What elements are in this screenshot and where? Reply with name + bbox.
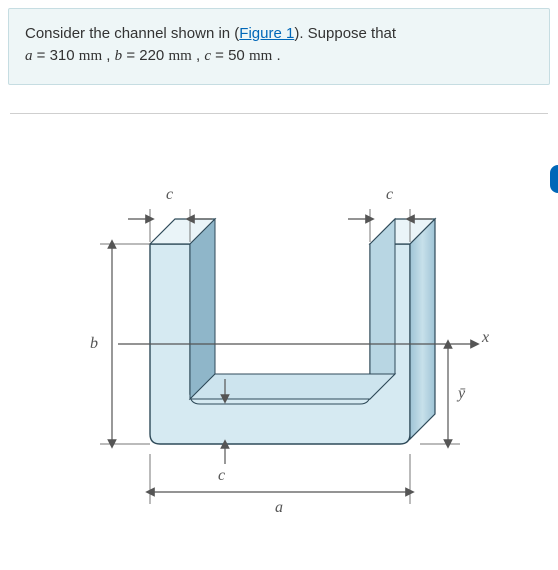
unit-a: mm	[79, 48, 102, 64]
label-a: a	[275, 499, 283, 516]
val-c: = 50	[211, 47, 249, 64]
val-a: = 310	[33, 47, 79, 64]
label-ybar: ȳ	[456, 385, 466, 402]
label-c-b: c	[218, 467, 225, 484]
label-b: b	[90, 335, 98, 352]
var-c: c	[204, 48, 211, 64]
channel-solid	[150, 219, 435, 444]
label-x: x	[481, 329, 489, 346]
sep1: ,	[102, 47, 115, 64]
unit-b: mm	[168, 48, 191, 64]
val-b: = 220	[122, 47, 168, 64]
problem-statement: Consider the channel shown in (Figure 1)…	[8, 8, 550, 85]
prompt-after-link: ). Suppose that	[294, 25, 396, 42]
channel-figure: x b a c c c ȳ	[0, 124, 558, 544]
label-c-tr: c	[386, 186, 393, 203]
dim-a: a	[150, 454, 410, 516]
divider	[10, 113, 548, 114]
prompt-lead: Consider the channel shown in (	[25, 25, 239, 42]
figure-link[interactable]: Figure 1	[239, 25, 294, 42]
label-c-tl: c	[166, 186, 173, 203]
figure-area: x b a c c c ȳ	[0, 124, 558, 544]
var-a: a	[25, 48, 33, 64]
period: .	[272, 47, 280, 64]
unit-c: mm	[249, 48, 272, 64]
sep2: ,	[192, 47, 205, 64]
